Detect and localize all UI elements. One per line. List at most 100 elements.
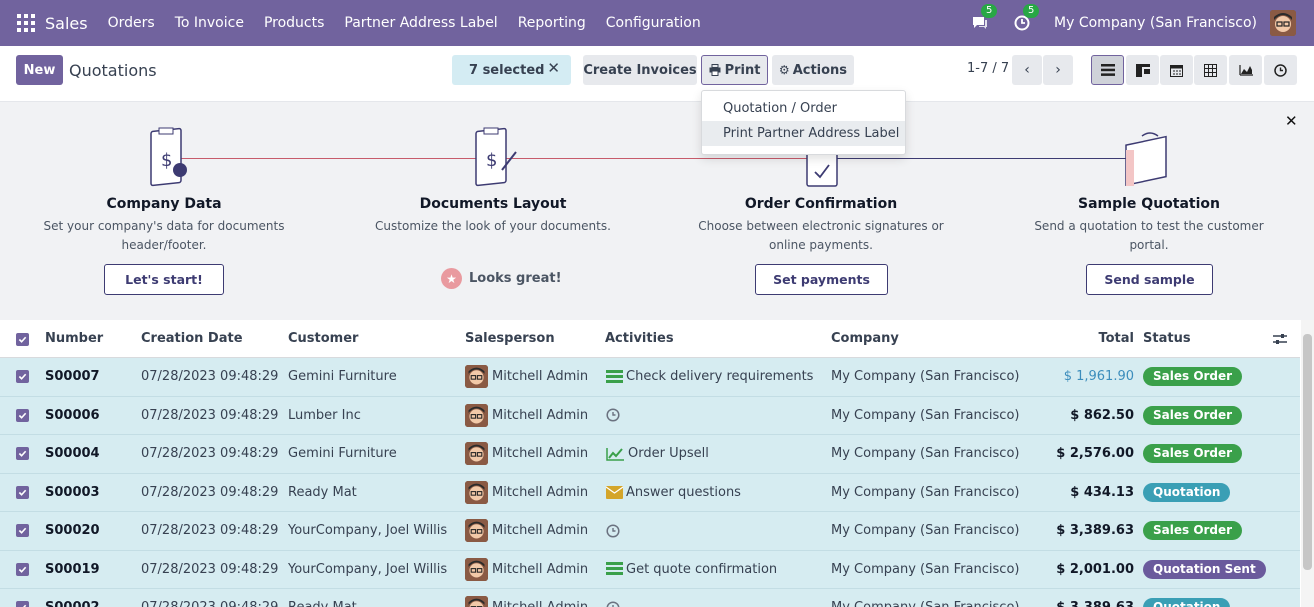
close-onboarding-icon[interactable]: ✕ <box>1285 112 1298 130</box>
vertical-scrollbar[interactable] <box>1301 320 1314 607</box>
control-panel: New Quotations 7 selected ✕ Create Invoi… <box>0 46 1314 102</box>
table-row[interactable]: S00007 07/28/2023 09:48:29 Gemini Furnitur… <box>0 358 1300 397</box>
clock-icon[interactable] <box>606 408 620 422</box>
column-status[interactable]: Status <box>1143 331 1191 346</box>
create-invoices-button[interactable]: Create Invoices <box>583 55 697 85</box>
menu-item-quotation-order[interactable]: Quotation / Order <box>702 96 905 121</box>
column-customer[interactable]: Customer <box>288 331 358 346</box>
printer-icon <box>709 64 721 76</box>
table-row[interactable]: S00020 07/28/2023 09:48:29 YourCompany, Jo… <box>0 512 1300 551</box>
row-checkbox[interactable] <box>16 485 29 499</box>
column-number[interactable]: Number <box>45 331 103 346</box>
print-button[interactable]: Print <box>701 55 768 85</box>
activity[interactable]: Check delivery requirements <box>606 369 813 384</box>
chart-icon[interactable] <box>606 447 625 461</box>
row-checkbox[interactable] <box>16 562 29 576</box>
messages-button[interactable]: 5 <box>970 4 998 33</box>
looks-great-label: Looks great! <box>469 271 562 286</box>
activity-view-button[interactable] <box>1264 55 1297 85</box>
menu-configuration[interactable]: Configuration <box>606 15 701 31</box>
row-checkbox[interactable] <box>16 601 29 607</box>
row-checkbox[interactable] <box>16 524 29 538</box>
avatar <box>465 442 488 466</box>
customer-name: YourCompany, Joel Willis <box>288 523 448 539</box>
kanban-view-button[interactable] <box>1126 55 1159 85</box>
user-avatar[interactable] <box>1270 10 1296 36</box>
column-creation-date[interactable]: Creation Date <box>141 331 243 346</box>
avatar <box>465 557 488 581</box>
activity[interactable] <box>606 524 623 538</box>
pager-previous-button[interactable]: ‹ <box>1012 55 1042 85</box>
column-company[interactable]: Company <box>831 331 899 346</box>
lets-start-button[interactable]: Let's start! <box>104 264 224 295</box>
step-company-data: Company Data Set your company's data for… <box>34 196 294 255</box>
step-title: Company Data <box>106 196 222 212</box>
creation-date: 07/28/2023 09:48:29 <box>141 523 279 539</box>
list-icon[interactable] <box>606 369 623 384</box>
table-row[interactable]: S00004 07/28/2023 09:48:29 Gemini Furnitur… <box>0 435 1300 474</box>
company-switcher[interactable]: My Company (San Francisco) <box>1054 15 1257 31</box>
pager-next-button[interactable]: › <box>1043 55 1073 85</box>
messages-badge: 5 <box>981 4 998 18</box>
activity[interactable]: Get quote confirmation <box>606 562 777 577</box>
step-description: Set your company's data for documents he… <box>43 219 285 252</box>
menu-products[interactable]: Products <box>264 15 324 31</box>
set-payments-button[interactable]: Set payments <box>755 264 888 295</box>
column-salesperson[interactable]: Salesperson <box>465 331 555 346</box>
activity[interactable]: Answer questions <box>606 485 741 500</box>
table-row[interactable]: S00006 07/28/2023 09:48:29 Lumber Inc Mitch… <box>0 396 1300 435</box>
column-activities[interactable]: Activities <box>605 331 674 346</box>
row-checkbox[interactable] <box>16 408 29 422</box>
actions-button[interactable]: ⚙ Actions <box>772 55 854 85</box>
send-sample-button[interactable]: Send sample <box>1086 264 1213 295</box>
customer-name: Gemini Furniture <box>288 369 397 385</box>
table-row[interactable]: S00019 07/28/2023 09:48:29 YourCompany, Jo… <box>0 550 1300 589</box>
calendar-view-button[interactable] <box>1160 55 1193 85</box>
svg-text:$: $ <box>486 150 497 171</box>
menu-to-invoice[interactable]: To Invoice <box>175 15 244 31</box>
pager-value[interactable]: 1-7 / 7 <box>967 61 1009 76</box>
menu-reporting[interactable]: Reporting <box>518 15 586 31</box>
order-number: S00006 <box>45 407 100 423</box>
status-badge: Sales Order <box>1143 521 1243 541</box>
clock-icon[interactable] <box>606 601 620 607</box>
step-order-confirmation: Order Confirmation Choose between electr… <box>691 196 951 255</box>
activity[interactable] <box>606 601 623 607</box>
apps-menu-icon[interactable] <box>17 14 35 32</box>
pivot-view-button[interactable] <box>1194 55 1227 85</box>
avatar <box>465 365 488 389</box>
menu-orders[interactable]: Orders <box>108 15 155 31</box>
table-row[interactable]: S00002 07/28/2023 09:48:29 Ready Mat Mitche… <box>0 589 1300 607</box>
column-total[interactable]: Total <box>1098 331 1134 346</box>
order-total: $ 1,961.90 <box>1063 369 1134 385</box>
salesperson: Mitchell Admin <box>465 365 588 389</box>
activity[interactable]: Order Upsell <box>606 446 709 461</box>
customer-name: YourCompany, Joel Willis <box>288 561 448 577</box>
order-total: $ 862.50 <box>1070 407 1134 423</box>
print-dropdown-menu: Quotation / Order Print Partner Address … <box>701 90 906 155</box>
creation-date: 07/28/2023 09:48:29 <box>141 446 279 462</box>
order-total: $ 2,576.00 <box>1056 446 1134 462</box>
envelope-icon[interactable] <box>606 485 623 499</box>
optional-columns-icon[interactable] <box>1273 333 1287 345</box>
list-view-button[interactable] <box>1091 55 1124 85</box>
company-name: My Company (San Francisco) <box>831 523 1020 539</box>
activities-button[interactable]: 5 <box>1012 4 1040 33</box>
scrollbar-thumb[interactable] <box>1303 334 1312 570</box>
status-badge: Sales Order <box>1143 367 1243 387</box>
menu-partner-address-label[interactable]: Partner Address Label <box>344 15 497 31</box>
app-brand[interactable]: Sales <box>45 14 88 33</box>
row-checkbox[interactable] <box>16 447 29 461</box>
customer-name: Ready Mat <box>288 600 357 607</box>
new-button[interactable]: New <box>16 55 63 85</box>
clear-selection-icon[interactable]: ✕ <box>547 59 560 77</box>
status-badge: Quotation <box>1143 598 1231 607</box>
select-all-checkbox[interactable] <box>16 333 29 346</box>
menu-item-print-partner-address-label[interactable]: Print Partner Address Label <box>702 121 905 146</box>
clock-icon[interactable] <box>606 524 620 538</box>
table-row[interactable]: S00003 07/28/2023 09:48:29 Ready Mat Mitche… <box>0 473 1300 512</box>
activity[interactable] <box>606 408 623 422</box>
row-checkbox[interactable] <box>16 370 29 384</box>
graph-view-button[interactable] <box>1229 55 1262 85</box>
list-icon[interactable] <box>606 562 623 576</box>
